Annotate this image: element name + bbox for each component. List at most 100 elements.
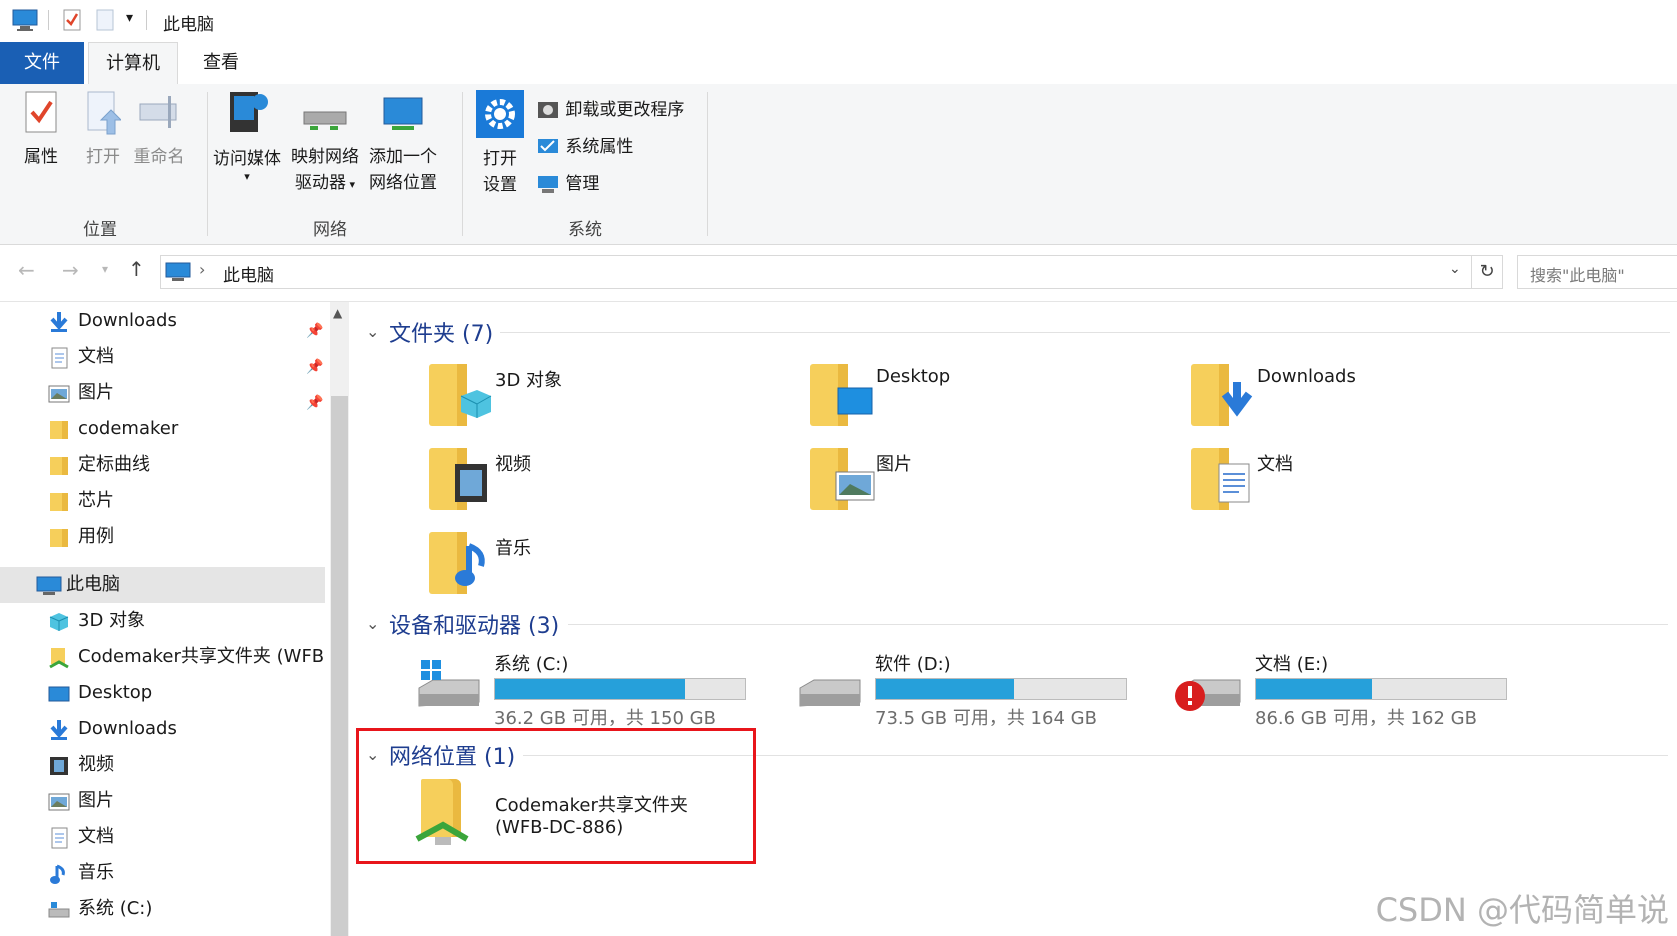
group-separator <box>707 92 708 236</box>
nav-item-pc[interactable]: 3D 对象 <box>0 604 325 638</box>
nav-item-quick[interactable]: 文档 📌 <box>0 340 325 374</box>
open-button[interactable]: 打开 <box>76 90 130 170</box>
refresh-icon[interactable]: ↻ <box>1471 255 1503 289</box>
drive-label: 软件 (D:) <box>875 654 951 675</box>
manage-icon <box>538 176 558 193</box>
ribbon-tabs: 文件 计算机 查看 <box>0 42 1677 85</box>
customize-quick-access-icon[interactable]: ▾ <box>126 10 133 26</box>
tab-file[interactable]: 文件 <box>0 42 84 84</box>
address-dropdown-chevron-icon[interactable]: ⌄ <box>1449 261 1461 277</box>
tab-view[interactable]: 查看 <box>186 42 256 84</box>
forward-arrow-icon[interactable]: → <box>62 258 79 282</box>
nav-item-quick[interactable]: 图片 📌 <box>0 376 325 410</box>
search-placeholder: 搜索"此电脑" <box>1530 266 1625 285</box>
tab-computer[interactable]: 计算机 <box>88 42 178 85</box>
access-media-label: 访问媒体 <box>213 149 281 169</box>
drive-item[interactable]: 系统 (C:) 36.2 GB 可用，共 150 GB <box>413 648 746 729</box>
drive-usage-fill <box>876 679 1014 699</box>
network-location-icon <box>383 97 423 130</box>
folder-item-label: 视频 <box>495 454 531 475</box>
nav-item-pc[interactable]: Downloads <box>0 712 325 746</box>
collapse-chevron-icon[interactable]: ⌄ <box>366 614 379 633</box>
nav-item-pc[interactable]: Codemaker共享文件夹 (WFB- <box>0 640 325 674</box>
drive-item[interactable]: 文档 (E:) 86.6 GB 可用，共 162 GB <box>1174 648 1507 729</box>
group-label-network: 网络 <box>313 220 347 240</box>
nav-item-quick[interactable]: 芯片 <box>0 484 325 518</box>
pin-icon[interactable]: 📌 <box>306 314 323 338</box>
nav-item-pc[interactable]: 文档 <box>0 820 325 854</box>
properties-quick-icon[interactable] <box>63 9 81 31</box>
nav-item-pc[interactable]: 图片 <box>0 784 325 818</box>
nav-item-label: codemaker <box>78 418 179 439</box>
network-drive-icon <box>303 111 347 130</box>
computer-icon <box>165 262 191 281</box>
add-network-location-button[interactable]: 添加一个 网络位置 <box>366 90 440 196</box>
properties-icon <box>25 91 57 133</box>
nav-item-quick[interactable]: codemaker <box>0 412 325 446</box>
breadcrumb-this-pc[interactable]: 此电脑 <box>223 261 274 286</box>
video-icon <box>48 755 70 775</box>
cube-folder-icon <box>429 364 492 426</box>
video-folder-icon <box>429 448 487 510</box>
group-label-system: 系统 <box>568 220 602 240</box>
drive-usage-bar <box>875 678 1127 700</box>
nav-item-pc[interactable]: 音乐 <box>0 856 325 890</box>
download-folder-icon <box>1191 364 1253 426</box>
collapse-chevron-icon[interactable]: ⌄ <box>366 322 379 341</box>
nav-item-pc[interactable]: 系统 (C:) <box>0 892 325 926</box>
folder-item[interactable]: 视频 <box>427 444 767 516</box>
group-separator <box>462 92 463 236</box>
back-arrow-icon[interactable]: ← <box>18 258 35 282</box>
nav-item-label: 系统 (C:) <box>78 898 153 919</box>
nav-item-this-pc[interactable]: 此电脑 <box>0 568 325 602</box>
document-icon <box>48 827 70 849</box>
properties-label: 属性 <box>24 147 58 167</box>
scroll-up-icon[interactable]: ▲ <box>333 306 342 320</box>
folder-item[interactable]: 图片 <box>808 444 1148 516</box>
desktop-icon <box>48 683 70 703</box>
drive-free-space: 73.5 GB 可用，共 164 GB <box>875 708 1097 729</box>
system-properties-button[interactable]: 系统属性 <box>536 133 633 161</box>
nav-item-quick[interactable]: 用例 <box>0 520 325 554</box>
drive-usage-fill <box>1256 679 1372 699</box>
folder-item[interactable]: 音乐 <box>427 528 767 600</box>
map-drive-label-1: 映射网络 <box>291 147 359 167</box>
pin-icon[interactable]: 📌 <box>306 386 323 410</box>
section-title-folders[interactable]: 文件夹 (7) <box>389 316 493 348</box>
pin-icon[interactable]: 📌 <box>306 350 323 374</box>
uninstall-button[interactable]: 卸载或更改程序 <box>536 96 684 124</box>
folder-item-label: 3D 对象 <box>495 370 563 391</box>
search-box[interactable]: 搜索"此电脑" <box>1517 255 1677 289</box>
properties-button[interactable]: 属性 <box>14 90 68 170</box>
system-properties-icon <box>538 139 558 153</box>
folder-item[interactable]: 3D 对象 <box>427 360 767 432</box>
nav-item-quick[interactable]: 定标曲线 <box>0 448 325 482</box>
nav-item-pc[interactable]: 视频 <box>0 748 325 782</box>
new-folder-quick-icon[interactable] <box>96 9 114 31</box>
group-label-location: 位置 <box>83 220 117 240</box>
nav-item-quick[interactable]: Downloads 📌 <box>0 304 325 338</box>
open-settings-button[interactable]: 打开 设置 <box>470 90 530 198</box>
section-divider <box>500 332 1670 333</box>
section-title-drives[interactable]: 设备和驱动器 (3) <box>389 608 559 640</box>
manage-button[interactable]: 管理 <box>536 170 599 198</box>
folder-item[interactable]: Desktop <box>808 360 1148 432</box>
breadcrumb-separator-icon: › <box>199 260 206 279</box>
nav-item-pc[interactable]: Desktop <box>0 676 325 710</box>
recent-locations-chevron-icon[interactable]: ▾ <box>102 262 108 276</box>
nav-item-label: 用例 <box>78 526 114 547</box>
folder-icon <box>48 419 70 439</box>
map-drive-button[interactable]: 映射网络 驱动器 ▾ <box>288 90 362 198</box>
rename-button[interactable]: 重命名 <box>130 90 188 170</box>
nav-scrollbar-thumb[interactable] <box>331 396 348 936</box>
address-bar[interactable]: › 此电脑 ⌄ <box>160 255 1472 289</box>
folder-item[interactable]: Downloads <box>1189 360 1529 432</box>
watermark: CSDN @代码简单说 <box>1375 891 1669 929</box>
drive-free-space: 36.2 GB 可用，共 150 GB <box>494 708 716 729</box>
folder-item[interactable]: 文档 <box>1189 444 1529 516</box>
nav-item-label: 图片 <box>78 382 114 403</box>
rename-label: 重命名 <box>133 147 185 167</box>
access-media-button[interactable]: 访问媒体 ▾ <box>210 88 284 182</box>
up-arrow-icon[interactable]: ↑ <box>128 257 145 281</box>
drive-item[interactable]: 软件 (D:) 73.5 GB 可用，共 164 GB <box>794 648 1127 729</box>
